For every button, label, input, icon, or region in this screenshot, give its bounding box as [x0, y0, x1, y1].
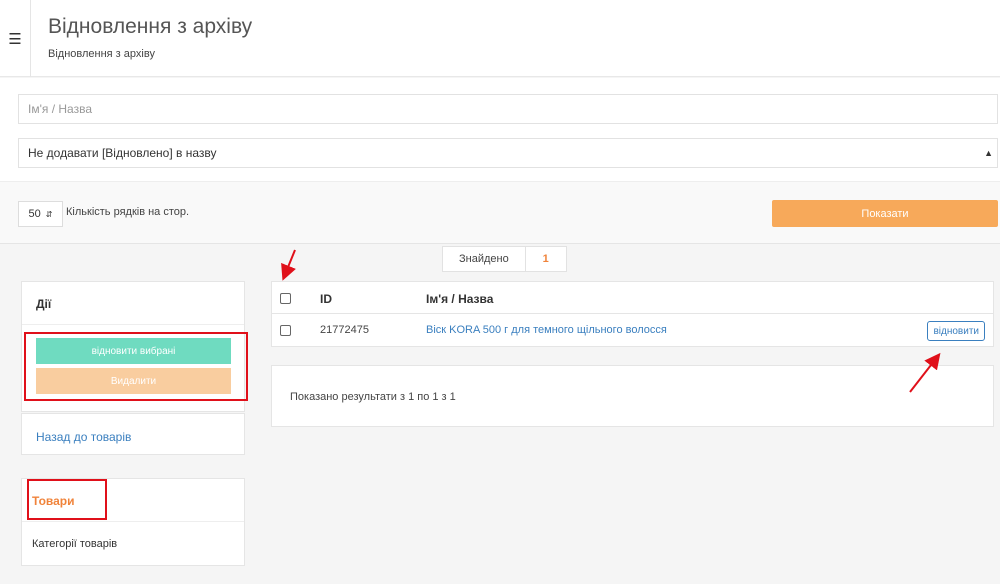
- table-header: ID Ім'я / Назва: [272, 282, 993, 314]
- product-categories-link[interactable]: Категорії товарів: [32, 538, 117, 550]
- per-page-label: Кількість рядків на стор.: [66, 206, 190, 218]
- breadcrumb: Відновлення з архіву: [48, 48, 155, 60]
- products-link[interactable]: Товари: [32, 494, 75, 508]
- found-count: 1: [542, 253, 549, 265]
- delete-button[interactable]: Видалити: [36, 368, 231, 394]
- restore-mode-select[interactable]: Не додавати [Відновлено] в назву ▲: [18, 138, 998, 168]
- found-label: Знайдено: [443, 247, 526, 271]
- row-id: 21772475: [320, 324, 369, 336]
- per-page-select[interactable]: 50 ⇵: [18, 201, 63, 227]
- result-summary: Показано результати з 1 по 1 з 1: [290, 391, 456, 403]
- filters-panel: Ім'я / Назва Не додавати [Відновлено] в …: [0, 78, 1000, 181]
- page-header: ☰ Відновлення з архіву Відновлення з арх…: [0, 0, 1000, 77]
- divider: [22, 324, 244, 325]
- select-updown-icon: ⇵: [45, 209, 53, 219]
- actions-panel: Дії відновити вибрані Видалити: [21, 281, 245, 412]
- result-panel: Показано результати з 1 по 1 з 1: [271, 365, 994, 427]
- row-checkbox[interactable]: [280, 325, 291, 336]
- row-name-link[interactable]: Віск KORA 500 г для темного щільного вол…: [426, 324, 667, 336]
- select-updown-icon: ▲: [984, 148, 993, 158]
- column-header-name: Ім'я / Назва: [426, 292, 494, 306]
- page-title: Відновлення з архіву: [48, 15, 253, 38]
- restore-selected-button[interactable]: відновити вибрані: [36, 338, 231, 364]
- back-panel: Назад до товарів: [21, 413, 245, 455]
- name-search-placeholder: Ім'я / Назва: [28, 102, 92, 116]
- select-all-checkbox[interactable]: [280, 293, 291, 304]
- restore-mode-value: Не додавати [Відновлено] в назву: [28, 146, 217, 160]
- divider: [22, 521, 244, 522]
- restore-row-button[interactable]: відновити: [927, 321, 985, 341]
- table-row: 21772475 Віск KORA 500 г для темного щіл…: [272, 315, 993, 347]
- list-toolbar: 50 ⇵ Кількість рядків на стор. Показати: [0, 181, 1000, 244]
- categories-panel: Товари Категорії товарів: [21, 478, 245, 566]
- back-to-products-link[interactable]: Назад до товарів: [36, 430, 131, 444]
- column-header-id: ID: [320, 292, 332, 306]
- name-search-input[interactable]: Ім'я / Назва: [18, 94, 998, 124]
- archive-table: ID Ім'я / Назва 21772475 Віск KORA 500 г…: [271, 281, 994, 347]
- found-counter: Знайдено 1: [442, 246, 567, 272]
- actions-title: Дії: [36, 297, 52, 311]
- hamburger-icon[interactable]: ☰: [0, 0, 31, 77]
- annotation-arrow-select-all: [281, 249, 296, 281]
- show-button[interactable]: Показати: [772, 200, 998, 227]
- per-page-value: 50: [28, 208, 41, 220]
